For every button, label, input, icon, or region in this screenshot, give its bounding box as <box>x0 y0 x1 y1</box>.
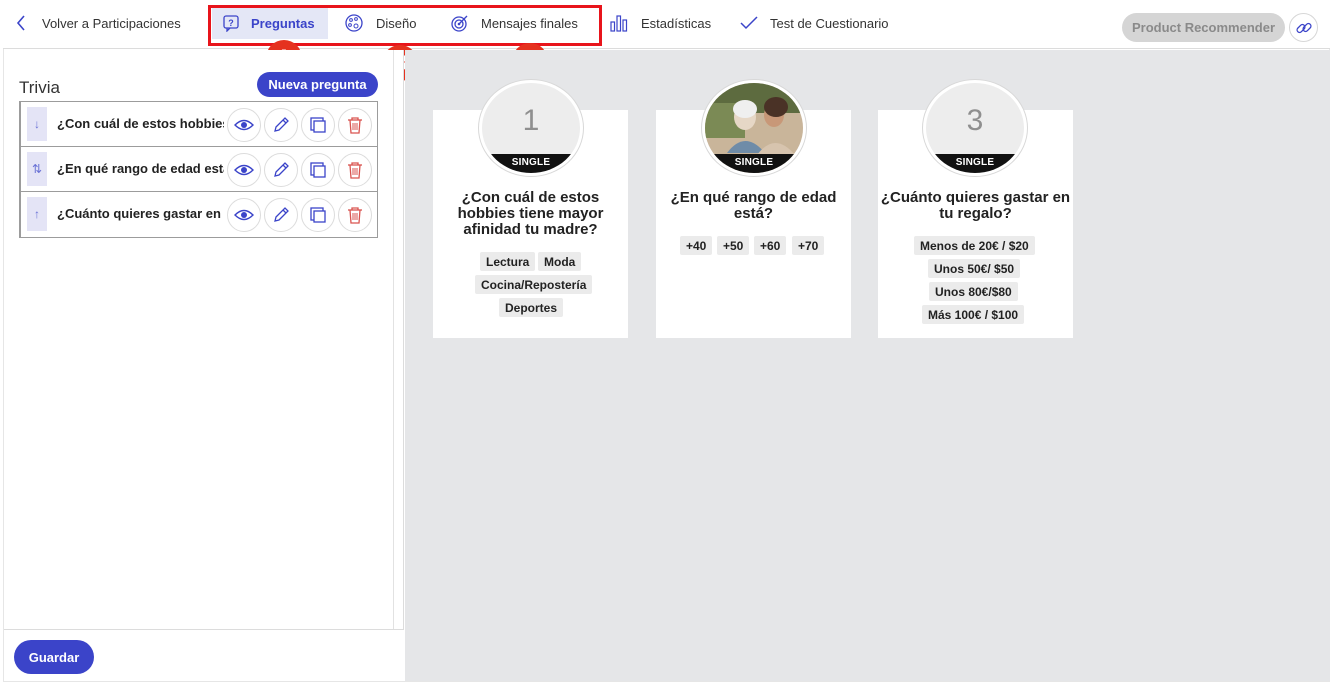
answer-option: +60 <box>754 236 787 255</box>
tab-label: Estadísticas <box>641 15 712 31</box>
answer-option: Deportes <box>499 298 564 317</box>
share-link-button[interactable] <box>1289 13 1318 42</box>
trash-icon <box>348 207 362 224</box>
copy-icon <box>310 117 326 133</box>
question-title: ¿Con cuál de estos hobbies tiene mayor a… <box>457 189 604 238</box>
question-row-1[interactable]: ↓ ¿Con cuál de estos hobbies tiene mayor… <box>21 102 377 147</box>
preview-button[interactable] <box>227 198 261 232</box>
trash-icon <box>348 162 362 179</box>
copy-icon <box>310 207 326 223</box>
chevron-left-icon <box>16 15 25 31</box>
delete-button[interactable] <box>338 153 372 187</box>
question-type-badge: SINGLE <box>482 154 580 173</box>
question-row-3[interactable]: ↑ ¿Cuánto quieres gastar en tu regalo? <box>21 192 377 237</box>
question-number: 3 <box>966 104 984 137</box>
pencil-icon <box>274 207 289 222</box>
answer-option: Lectura <box>480 252 536 271</box>
duplicate-button[interactable] <box>301 108 335 142</box>
product-recommender-button[interactable]: Product Recommender <box>1122 13 1285 42</box>
answer-option: Menos de 20€ / $20 <box>914 236 1035 255</box>
svg-text:?: ? <box>228 18 234 28</box>
answer-option: +40 <box>680 236 713 255</box>
bar-chart-icon <box>610 15 628 32</box>
quiz-title: Trivia <box>19 78 60 97</box>
answer-option: +70 <box>792 236 825 255</box>
trash-icon <box>348 117 362 134</box>
edit-button[interactable] <box>264 198 298 232</box>
duplicate-button[interactable] <box>301 153 335 187</box>
question-type-badge: SINGLE <box>926 154 1024 173</box>
pencil-icon <box>274 117 289 132</box>
answer-option: Más 100€ / $100 <box>922 305 1025 324</box>
delete-button[interactable] <box>338 108 372 142</box>
link-icon <box>1295 22 1312 33</box>
tab-label: Diseño <box>376 15 417 31</box>
question-title: ¿Cuánto quieres gastar en tu regalo? <box>880 189 1071 222</box>
edit-button[interactable] <box>264 153 298 187</box>
drag-handle[interactable]: ↑ <box>27 197 47 231</box>
tab-label: Mensajes finales <box>481 15 578 31</box>
question-avatar-3: 3 SINGLE <box>923 80 1027 176</box>
eye-icon <box>234 119 254 131</box>
question-text: ¿Cuánto quieres gastar en tu regalo? <box>57 206 224 221</box>
tab-diseno[interactable]: Diseño <box>344 7 416 39</box>
tab-test-de-cuestionario[interactable]: Test de Cuestionario <box>739 7 889 39</box>
eye-icon <box>234 209 254 221</box>
palette-icon <box>345 14 363 32</box>
question-type-badge: SINGLE <box>705 154 803 173</box>
tab-label: Test de Cuestionario <box>770 15 889 31</box>
tab-preguntas[interactable]: ? Preguntas <box>212 7 328 39</box>
copy-icon <box>310 162 326 178</box>
target-icon <box>451 15 468 32</box>
question-list: ↓ ¿Con cuál de estos hobbies tiene mayor… <box>19 101 378 238</box>
answer-option: +50 <box>717 236 750 255</box>
answer-option: Moda <box>538 252 582 271</box>
pencil-icon <box>274 162 289 177</box>
question-title: ¿En qué rango de edad está? <box>670 189 837 222</box>
drag-handle[interactable]: ⇅ <box>27 152 47 186</box>
eye-icon <box>234 164 254 176</box>
question-row-2[interactable]: ⇅ ¿En qué rango de edad está? <box>21 147 377 192</box>
tab-estadisticas[interactable]: Estadísticas <box>609 7 711 39</box>
answer-option: Unos 80€/$80 <box>929 282 1018 301</box>
new-question-button[interactable]: Nueva pregunta <box>257 72 378 97</box>
sidebar-scrollbar[interactable] <box>393 50 394 630</box>
duplicate-button[interactable] <box>301 198 335 232</box>
question-avatar-1: 1 SINGLE <box>479 80 583 176</box>
question-text: ¿Con cuál de estos hobbies tiene mayor a… <box>57 116 224 131</box>
drag-handle[interactable]: ↓ <box>27 107 47 141</box>
save-button[interactable]: Guardar <box>14 640 94 674</box>
check-icon <box>740 16 758 30</box>
back-label: Volver a Participaciones <box>42 15 181 31</box>
tab-label: Preguntas <box>251 15 315 31</box>
question-chat-icon: ? <box>223 15 239 32</box>
preview-button[interactable] <box>227 108 261 142</box>
tab-mensajes-finales[interactable]: Mensajes finales <box>450 7 578 39</box>
question-avatar-2: SINGLE <box>702 80 806 176</box>
answer-option: Cocina/Repostería <box>475 275 593 294</box>
delete-button[interactable] <box>338 198 372 232</box>
question-number: 1 <box>522 104 540 137</box>
answer-option: Unos 50€/ $50 <box>928 259 1021 278</box>
preview-button[interactable] <box>227 153 261 187</box>
edit-button[interactable] <box>264 108 298 142</box>
back-to-participations-link[interactable]: Volver a Participaciones <box>16 7 181 39</box>
question-text: ¿En qué rango de edad está? <box>57 161 224 176</box>
